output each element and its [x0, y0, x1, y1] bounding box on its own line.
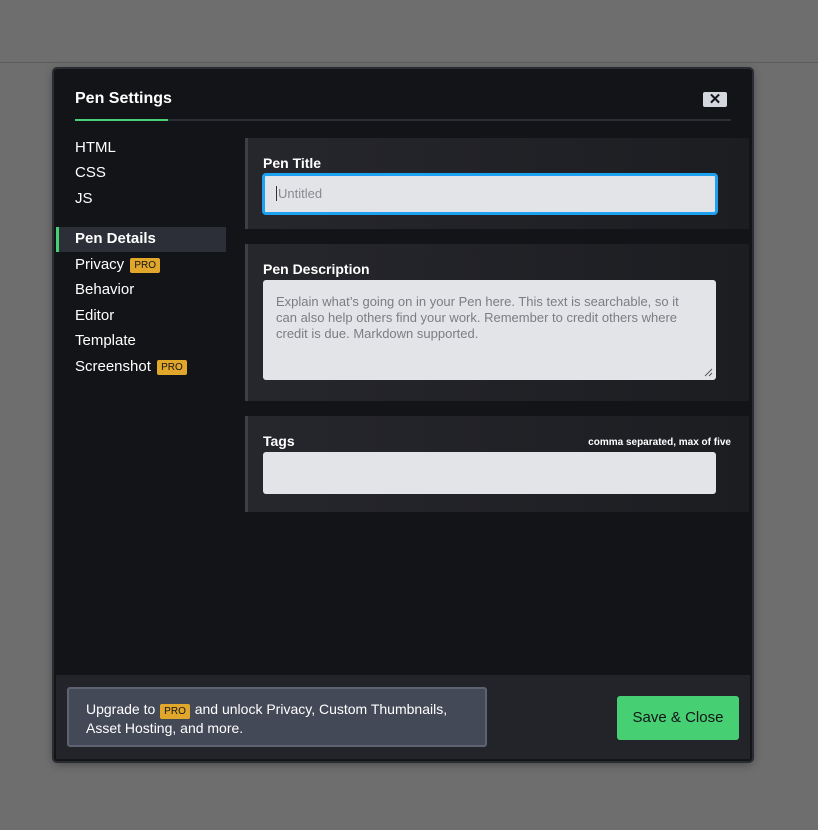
sidebar-item-label: Template: [75, 332, 136, 349]
sidebar-item-html[interactable]: HTML: [75, 139, 116, 156]
sidebar-item-css[interactable]: CSS: [75, 164, 106, 181]
pen-title-placeholder: Untitled: [278, 186, 323, 201]
sidebar-item-label: CSS: [75, 164, 106, 181]
pen-description-placeholder: Explain what’s going on in your Pen here…: [276, 294, 679, 341]
sidebar-item-label: Screenshot: [75, 358, 151, 375]
sidebar-item-label: Behavior: [75, 281, 135, 298]
sidebar-item-privacy[interactable]: Privacy PRO: [75, 256, 161, 273]
title-underline: [75, 119, 168, 121]
pro-badge: PRO: [157, 360, 187, 375]
pen-description-section: Pen Description Explain what’s going on …: [245, 244, 749, 401]
tags-hint: comma separated, max of five: [588, 437, 731, 448]
pen-title-input[interactable]: Untitled: [262, 173, 718, 215]
close-icon: ✕: [708, 91, 722, 108]
pen-settings-modal: Pen Settings ✕ HTML CSS JS Pen Details P…: [54, 69, 752, 761]
sidebar-item-pen-details[interactable]: Pen Details: [75, 230, 156, 247]
pro-badge: PRO: [160, 704, 190, 719]
save-close-button[interactable]: Save & Close: [617, 696, 739, 740]
pen-description-textarea[interactable]: Explain what’s going on in your Pen here…: [263, 280, 716, 380]
tags-label: Tags: [263, 433, 295, 449]
sidebar-item-label: Privacy: [75, 256, 125, 273]
page-divider: [0, 62, 818, 63]
sidebar-item-template[interactable]: Template: [75, 332, 136, 349]
pen-title-section: Pen Title Untitled: [245, 138, 749, 229]
sidebar-item-label: JS: [75, 190, 93, 207]
sidebar-item-label: Pen Details: [75, 230, 156, 247]
sidebar-item-behavior[interactable]: Behavior: [75, 281, 134, 298]
sidebar-item-label: HTML: [75, 139, 116, 156]
title-divider: [168, 119, 731, 121]
modal-footer: Upgrade to PRO and unlock Privacy, Custo…: [56, 675, 750, 759]
sidebar-item-screenshot[interactable]: Screenshot PRO: [75, 358, 187, 375]
text-caret: [276, 186, 277, 201]
tags-section: Tags comma separated, max of five: [245, 416, 749, 512]
pen-title-label: Pen Title: [263, 155, 322, 171]
sidebar-item-editor[interactable]: Editor: [75, 307, 114, 324]
sidebar-item-js[interactable]: JS: [75, 190, 93, 207]
resize-handle-icon[interactable]: [703, 367, 713, 377]
pen-description-label: Pen Description: [263, 261, 370, 277]
close-button[interactable]: ✕: [703, 92, 727, 107]
sidebar-item-label: Editor: [75, 307, 115, 324]
upgrade-banner[interactable]: Upgrade to PRO and unlock Privacy, Custo…: [67, 687, 487, 747]
modal-title: Pen Settings: [75, 90, 172, 107]
pro-badge: PRO: [130, 258, 161, 273]
tags-input[interactable]: [263, 452, 716, 494]
upgrade-prefix: Upgrade to: [86, 701, 156, 717]
